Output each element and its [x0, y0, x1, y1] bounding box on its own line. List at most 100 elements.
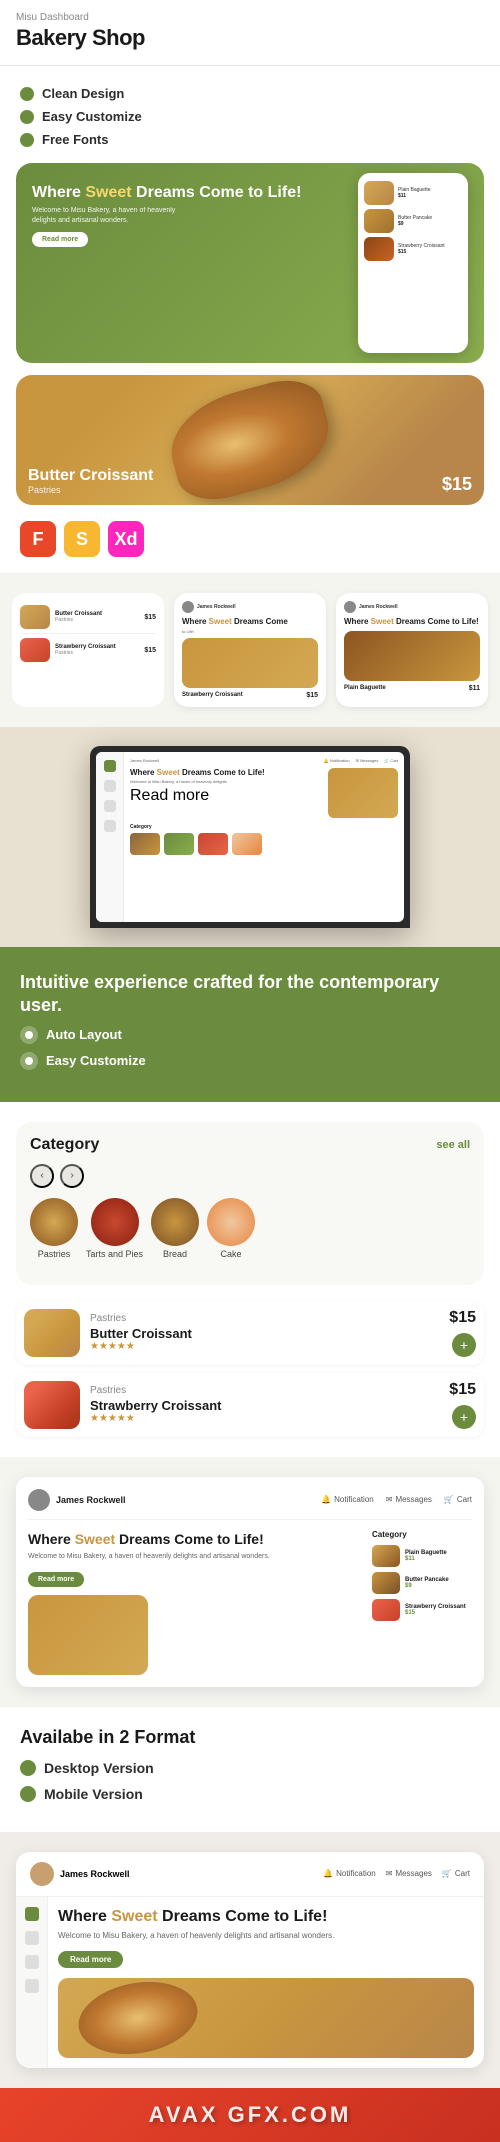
dcf-user-info: James Rockwell — [60, 1869, 130, 1879]
product-add-btn-strawberry[interactable]: + — [452, 1405, 476, 1429]
mockup-product-info-3: Strawberry Croissant $15 — [398, 243, 445, 256]
product-add-btn-butter[interactable]: + — [452, 1333, 476, 1357]
easy-customize-dot-inner — [25, 1057, 33, 1065]
product-stars-strawberry: ★★★★★ — [90, 1413, 439, 1424]
laptop-main-area: James Rockwell 🔔 Notification ✉ Messages… — [124, 752, 404, 922]
preview-read-more-btn[interactable]: Read more — [32, 232, 88, 247]
intuitive-title: Intuitive experience crafted for the con… — [20, 971, 480, 1018]
desktop-mockup-card: James Rockwell 🔔 Notification ✉ Messages… — [16, 1477, 484, 1687]
phone-mini-header-1: James Rockwell — [182, 601, 318, 613]
desktop-cat-img-3 — [372, 1599, 400, 1621]
phone-mini-header-2: James Rockwell — [344, 601, 480, 613]
laptop-cat-items — [130, 833, 398, 855]
format-mobile-label: Mobile Version — [44, 1786, 143, 1802]
product-list-card: Butter Croissant Pastries $15 Strawberry… — [12, 593, 164, 707]
desktop-cat-price-2: $9 — [405, 1583, 449, 1589]
badge-dot-3 — [20, 133, 34, 147]
desktop-read-more-btn[interactable]: Read more — [28, 1572, 84, 1587]
dcf-nav-notification[interactable]: 🔔 Notification — [323, 1869, 376, 1878]
formats-section: Availabe in 2 Format Desktop Version Mob… — [0, 1707, 500, 1832]
dcf-left-sidebar — [16, 1897, 48, 2068]
dcf-main: Where Sweet Dreams Come to Life! Welcome… — [48, 1897, 484, 2068]
format-mobile-badge: Mobile Version — [20, 1786, 480, 1802]
desktop-cat-item-3: Strawberry Croissant $15 — [372, 1599, 472, 1621]
format-mobile-dot — [20, 1786, 36, 1802]
category-prev-btn[interactable]: ‹ — [30, 1164, 54, 1188]
desktop-cat-img-1 — [372, 1545, 400, 1567]
mockup-img-pancake — [364, 209, 394, 233]
xd-icon[interactable]: Xd — [108, 521, 144, 557]
category-circle-cake[interactable]: Cake — [207, 1198, 255, 1259]
desktop-hero-heading: Where Sweet Dreams Come to Life! — [28, 1530, 360, 1548]
app-preview-top: Where Sweet Dreams Come to Life! Welcome… — [16, 163, 484, 363]
figma-label: F — [33, 529, 44, 550]
phone-mini-sub-1: to Life! — [182, 629, 318, 634]
dcf-notification-label: Notification — [336, 1869, 376, 1878]
desktop-nav-cart[interactable]: 🛒 Cart — [444, 1495, 472, 1504]
dcf-nav-messages[interactable]: ✉ Messages — [386, 1869, 432, 1878]
watermark-text: AVAX GFX.COM — [149, 2102, 352, 2127]
category-next-btn[interactable]: › — [60, 1164, 84, 1188]
phone-mini-title-1: Where Sweet Dreams Come — [182, 617, 318, 627]
see-all-link[interactable]: see all — [436, 1139, 470, 1151]
intuitive-section: Intuitive experience crafted for the con… — [0, 947, 500, 1102]
category-circles: Pastries Tarts and Pies Bread Cake — [30, 1198, 470, 1259]
xd-label: Xd — [114, 529, 137, 550]
desktop-content-area: Where Sweet Dreams Come to Life! Welcome… — [28, 1530, 472, 1675]
laptop-sidebar-icon-3 — [104, 800, 116, 812]
desktop-hero-image — [28, 1595, 148, 1675]
phone-product-name-2: Plain Baguette — [344, 685, 386, 691]
dcf-cart-label: Cart — [455, 1869, 470, 1878]
category-circle-pastries[interactable]: Pastries — [30, 1198, 78, 1259]
auto-layout-dot-inner — [25, 1031, 33, 1039]
category-circle-tarts[interactable]: Tarts and Pies — [86, 1198, 143, 1259]
dcf-messages-label: Messages — [395, 1869, 431, 1878]
laptop-body: James Rockwell 🔔 Notification ✉ Messages… — [90, 746, 410, 928]
list-item-price-1: $15 — [144, 614, 156, 621]
dcf-user-name: James Rockwell — [60, 1869, 130, 1879]
dcf-croissant-visual — [73, 1978, 203, 2058]
product-price-butter: $15 — [449, 1309, 476, 1327]
laptop-hero-sub: Welcome to Misu Bakery, a haven of heave… — [130, 779, 322, 784]
phone-card-1: James Rockwell Where Sweet Dreams Come t… — [174, 593, 326, 707]
cat-label-cake: Cake — [221, 1249, 242, 1259]
desktop-cat-item-2: Butter Pancake $9 — [372, 1572, 472, 1594]
sketch-icon[interactable]: S — [64, 521, 100, 557]
phone-mini-product-row-2: Plain Baguette $11 — [344, 685, 480, 692]
category-header: Category see all — [30, 1136, 470, 1154]
desktop-nav-messages[interactable]: ✉ Messages — [386, 1495, 432, 1504]
list-thumb-strawberry — [20, 638, 50, 662]
laptop-hero-heading: Where Sweet Dreams Come to Life! — [130, 768, 322, 778]
notification-icon: 🔔 — [321, 1495, 331, 1504]
messages-icon: ✉ — [386, 1495, 393, 1504]
desktop-cat-item-1: Plain Baguette $11 — [372, 1545, 472, 1567]
product-info-strawberry: Pastries Strawberry Croissant ★★★★★ — [90, 1385, 439, 1424]
desktop-user-info: James Rockwell — [56, 1495, 126, 1505]
desktop-cat-name-3: Strawberry Croissant — [405, 1604, 466, 1610]
desktop-card-full: James Rockwell 🔔 Notification ✉ Messages… — [16, 1852, 484, 2068]
dcf-read-more-btn[interactable]: Read more — [58, 1951, 123, 1968]
laptop-sidebar-home-icon — [104, 760, 116, 772]
product-price-strawberry: $15 — [449, 1381, 476, 1399]
format-desktop-badge: Desktop Version — [20, 1760, 480, 1776]
laptop-read-more-btn[interactable]: Read more — [130, 787, 322, 805]
page-title: Bakery Shop — [16, 25, 484, 51]
laptop-nav-notification: 🔔 Notification — [324, 758, 350, 763]
hero-product-category: Pastries — [28, 485, 153, 495]
dcf-notification-icon: 🔔 — [323, 1869, 333, 1878]
dcf-nav-cart[interactable]: 🛒 Cart — [442, 1869, 470, 1878]
preview-heading-prefix: Where — [32, 184, 85, 201]
auto-layout-label: Auto Layout — [46, 1027, 122, 1042]
laptop-cat-item-3 — [198, 833, 228, 855]
mockup-img-tart — [364, 237, 394, 261]
desktop-nav-notification[interactable]: 🔔 Notification — [321, 1495, 374, 1504]
list-item-info-strawberry: Strawberry Croissant Pastries — [55, 644, 139, 656]
hero-section: Clean Design Easy Customize Free Fonts W… — [0, 66, 500, 573]
dcf-body: Where Sweet Dreams Come to Life! Welcome… — [16, 1897, 484, 2068]
preview-heading-suffix: Dreams Come to Life! — [136, 184, 301, 201]
mockups-section: Butter Croissant Pastries $15 Strawberry… — [0, 573, 500, 727]
category-circle-bread[interactable]: Bread — [151, 1198, 199, 1259]
laptop-screen: James Rockwell 🔔 Notification ✉ Messages… — [96, 752, 404, 922]
figma-icon[interactable]: F — [20, 521, 56, 557]
mockup-product-1: Plain Baguette $11 — [364, 181, 462, 205]
